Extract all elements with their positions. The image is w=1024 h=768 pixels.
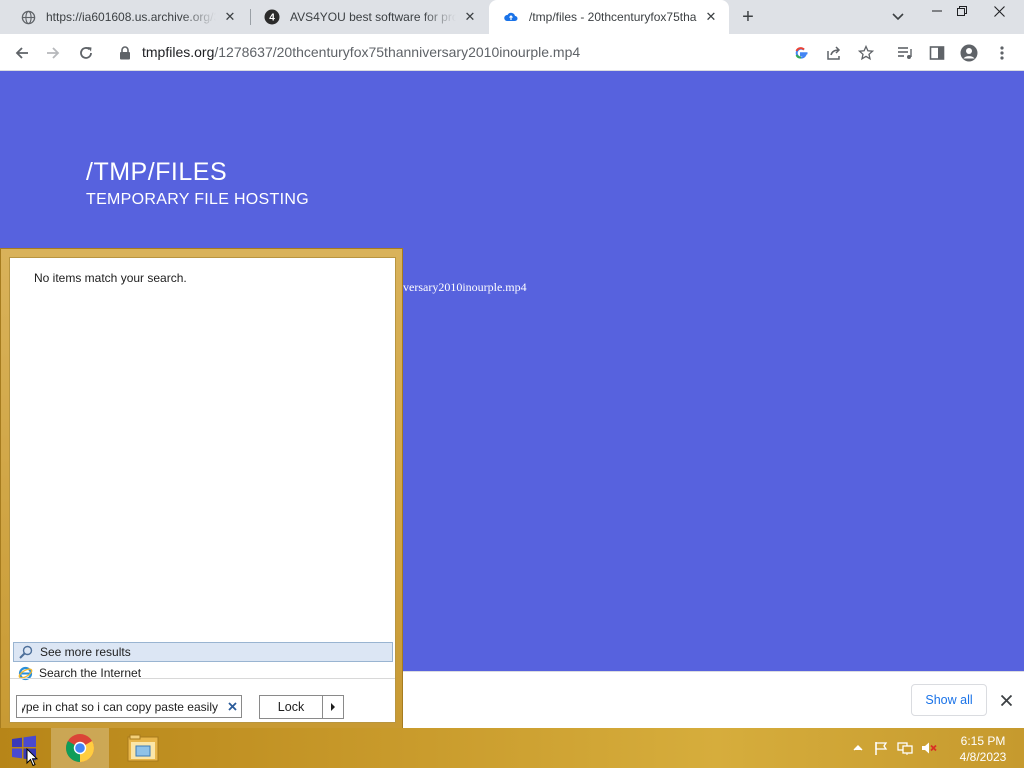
tab-title: /tmp/files - 20thcenturyfox75tha	[529, 10, 697, 24]
back-arrow-icon[interactable]	[9, 40, 35, 66]
lock-padlock-icon[interactable]	[112, 40, 138, 66]
new-tab-button[interactable]: +	[738, 6, 758, 28]
file-name-link[interactable]: versary2010inourple.mp4	[403, 280, 527, 295]
forward-arrow-icon[interactable]	[40, 40, 66, 66]
close-window-icon[interactable]	[984, 0, 1014, 22]
tab-title: AVS4YOU best software for proce	[290, 10, 456, 24]
magnifier-icon	[18, 644, 34, 660]
site-subtitle: TEMPORARY FILE HOSTING	[86, 191, 309, 208]
show-all-downloads-button[interactable]: Show all	[911, 684, 987, 716]
clock-date[interactable]: 4/8/2023	[955, 750, 1011, 764]
search-query-value: ype in chat so i can copy paste easily	[22, 700, 218, 714]
search-results-pane: No items match your search. See more res…	[9, 257, 396, 723]
url-path: /1278637/20thcenturyfox75thanniversary20…	[214, 44, 581, 60]
tab-tmpfiles[interactable]: /tmp/files - 20thcenturyfox75tha ✕	[489, 0, 729, 34]
address-bar-url[interactable]: tmpfiles.org/1278637/20thcenturyfox75tha…	[142, 44, 580, 60]
start-search-input[interactable]: ype in chat so i can copy paste easily	[16, 695, 242, 718]
chrome-taskbar-button[interactable]	[51, 728, 109, 768]
mouse-cursor-icon	[26, 748, 38, 767]
close-download-bar-icon[interactable]	[996, 690, 1016, 710]
browser-toolbar: tmpfiles.org/1278637/20thcenturyfox75tha…	[0, 34, 1024, 71]
lock-button[interactable]: Lock	[259, 695, 323, 719]
search-internet-link[interactable]: Search the Internet	[13, 663, 393, 683]
share-icon[interactable]	[821, 40, 847, 66]
network-icon[interactable]	[897, 740, 913, 756]
close-tab-icon[interactable]: ✕	[703, 9, 719, 25]
avs4you-icon: 4	[264, 9, 280, 25]
search-query-text: ype in chat so i can copy paste easily	[22, 700, 218, 714]
taskbar: 6:15 PM 4/8/2023	[0, 728, 1024, 768]
svg-text:4: 4	[269, 13, 275, 24]
chrome-icon	[66, 734, 94, 762]
url-host: tmpfiles.org	[142, 44, 215, 60]
chevron-right-icon	[331, 703, 335, 711]
see-more-results-link[interactable]: See more results	[13, 642, 393, 662]
start-menu-search-panel: No items match your search. See more res…	[0, 248, 403, 728]
clear-search-icon[interactable]	[225, 699, 239, 714]
tab-avs4you[interactable]: 4 AVS4YOU best software for proce ✕	[250, 0, 488, 34]
media-control-icon[interactable]	[892, 40, 918, 66]
file-explorer-taskbar-button[interactable]	[114, 728, 172, 768]
profile-avatar-icon[interactable]	[956, 40, 982, 66]
power-options-arrow-button[interactable]	[323, 695, 344, 719]
tab-title: https://ia601608.us.archive.org/3	[46, 10, 216, 24]
action-center-flag-icon[interactable]	[873, 740, 889, 756]
search-area: ype in chat so i can copy paste easily L…	[10, 686, 395, 722]
site-title[interactable]: /TMP/FILES	[86, 158, 227, 187]
side-panel-icon[interactable]	[924, 40, 950, 66]
clock-time[interactable]: 6:15 PM	[955, 734, 1011, 748]
restore-window-icon[interactable]	[947, 0, 977, 22]
tab-search-chevron-icon[interactable]	[889, 8, 907, 26]
bookmark-star-icon[interactable]	[853, 40, 879, 66]
file-explorer-icon	[127, 734, 159, 762]
tab-archive[interactable]: https://ia601608.us.archive.org/3 ✕	[6, 0, 248, 34]
tab-strip: https://ia601608.us.archive.org/3 ✕ 4 AV…	[0, 0, 1024, 34]
tmpfiles-cloud-icon	[503, 9, 519, 25]
reload-icon[interactable]	[73, 40, 99, 66]
globe-icon	[20, 9, 36, 25]
divider	[10, 678, 395, 679]
start-button[interactable]	[0, 728, 48, 768]
no-results-message: No items match your search.	[34, 271, 187, 285]
volume-muted-icon[interactable]	[921, 740, 937, 756]
close-tab-icon[interactable]: ✕	[222, 9, 238, 25]
see-more-results-label: See more results	[40, 645, 131, 659]
show-hidden-icons-arrow[interactable]	[850, 740, 866, 756]
browser-menu-kebab-icon[interactable]	[989, 40, 1015, 66]
close-tab-icon[interactable]: ✕	[462, 9, 478, 25]
google-lens-icon[interactable]	[788, 40, 814, 66]
